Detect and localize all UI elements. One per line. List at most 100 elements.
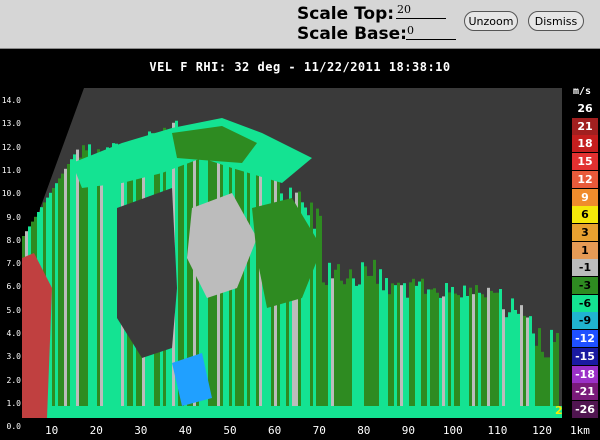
radar-echo-column: [370, 275, 373, 418]
radar-echo-column: [334, 269, 337, 418]
radar-echo-column: [409, 282, 412, 418]
radar-echo-column: [472, 294, 475, 418]
legend-item: 9: [572, 188, 598, 206]
x-end-label: 1km: [570, 424, 590, 437]
radar-echo-column: [55, 183, 58, 418]
radar-echo-column: [415, 285, 418, 418]
radar-echo-column: [457, 295, 460, 418]
radar-echo-column: [238, 151, 241, 418]
x-tick-label: 100: [442, 424, 463, 437]
radar-echo-column: [400, 285, 403, 418]
radar-echo-column: [529, 316, 532, 418]
dismiss-button[interactable]: Dismiss: [528, 11, 584, 31]
y-tick-label: 0.0: [6, 422, 21, 432]
radar-echo-column: [436, 292, 439, 418]
y-tick-label: 12.0: [1, 142, 21, 152]
radar-echo-column: [376, 283, 379, 418]
scale-toolbar: Scale Top: 20 Scale Base: 0 Unzoom Dismi…: [0, 0, 600, 49]
radar-echo-column: [511, 298, 514, 418]
radar-echo-column: [514, 309, 517, 418]
radar-echo-column: [367, 275, 370, 418]
radar-echo-column: [442, 296, 445, 418]
legend-item: -18: [572, 365, 598, 383]
radar-echo-column: [91, 156, 94, 418]
y-tick-label: 6.0: [6, 282, 21, 292]
scale-top-label: Scale Top:: [297, 4, 395, 24]
rhi-velocity-plot[interactable]: 2: [22, 88, 562, 418]
radar-echo-column: [406, 297, 409, 418]
radar-echo-column: [358, 284, 361, 418]
radar-echo-column: [67, 164, 70, 418]
radar-echo-column: [244, 144, 247, 418]
radar-echo-column: [496, 292, 499, 418]
radar-echo-column: [523, 315, 526, 418]
radar-echo-column: [517, 313, 520, 418]
radar-echo-column: [439, 297, 442, 418]
legend-item: 18: [572, 135, 598, 153]
radar-echo-column: [259, 161, 262, 418]
radar-echo-column: [103, 150, 106, 418]
radar-echo-column: [469, 287, 472, 418]
radar-echo-column: [478, 292, 481, 418]
legend-item: 26: [572, 100, 598, 117]
radar-echo-column: [79, 157, 82, 418]
scale-top-input[interactable]: 20: [396, 3, 446, 19]
y-tick-label: 13.0: [1, 119, 21, 129]
legend-item: 15: [572, 153, 598, 171]
radar-echo-column: [61, 173, 64, 418]
legend-item: -21: [572, 383, 598, 401]
radar-echo-column: [460, 297, 463, 418]
unzoom-button[interactable]: Unzoom: [464, 11, 518, 31]
radar-echo-column: [502, 309, 505, 418]
radar-echo-column: [382, 290, 385, 418]
radar-echo-column: [340, 280, 343, 418]
radar-echo-column: [85, 150, 88, 418]
radar-echo-column: [52, 188, 55, 418]
radar-echo-column: [499, 289, 502, 418]
y-tick-label: 5.0: [6, 305, 21, 315]
radar-echo-column: [325, 285, 328, 418]
y-tick-label: 8.0: [6, 235, 21, 245]
radar-echo-column: [343, 284, 346, 418]
radar-echo-column: [322, 282, 325, 418]
radar-echo-column: [361, 262, 364, 418]
x-tick-label: 60: [268, 424, 282, 437]
radar-echo-column: [433, 288, 436, 418]
radar-echo-column: [493, 292, 496, 418]
radar-echo-column: [364, 266, 367, 418]
radar-echo-column: [451, 286, 454, 418]
radar-echo-column: [355, 285, 358, 418]
radar-echo-column: [112, 143, 115, 418]
legend-item: -15: [572, 347, 598, 365]
radar-echo-column: [430, 289, 433, 418]
x-tick-label: 90: [401, 424, 416, 437]
radar-echo-column: [241, 158, 244, 418]
radar-echo-column: [550, 329, 553, 418]
radar-echo-column: [337, 264, 340, 418]
y-tick-label: 9.0: [6, 212, 21, 222]
radar-echo-column: [532, 333, 535, 418]
radar-echo-column: [100, 152, 103, 418]
radar-echo-column: [397, 282, 400, 418]
y-tick-label: 1.0: [6, 398, 21, 408]
scale-base-input[interactable]: 0: [406, 24, 456, 40]
radar-echo-column: [109, 153, 112, 418]
radar-echo-column: [385, 278, 388, 418]
legend-unit: m/s: [572, 86, 592, 97]
radar-echo-column: [58, 178, 61, 418]
radar-echo-column: [331, 278, 334, 418]
legend-item: -26: [572, 400, 598, 418]
corner-label: 2: [555, 404, 562, 417]
legend-item: -9: [572, 312, 598, 330]
y-tick-label: 11.0: [1, 165, 21, 175]
radar-echo-column: [508, 312, 511, 418]
radar-echo-column: [352, 278, 355, 418]
x-tick-label: 80: [357, 424, 371, 437]
radar-echo-column: [412, 278, 415, 418]
radar-echo-column: [346, 278, 349, 418]
radar-echo-column: [97, 149, 100, 418]
radar-echo-column: [466, 295, 469, 418]
legend-item: -12: [572, 330, 598, 348]
radar-echo-column: [391, 283, 394, 418]
x-tick-label: 120: [532, 424, 552, 437]
